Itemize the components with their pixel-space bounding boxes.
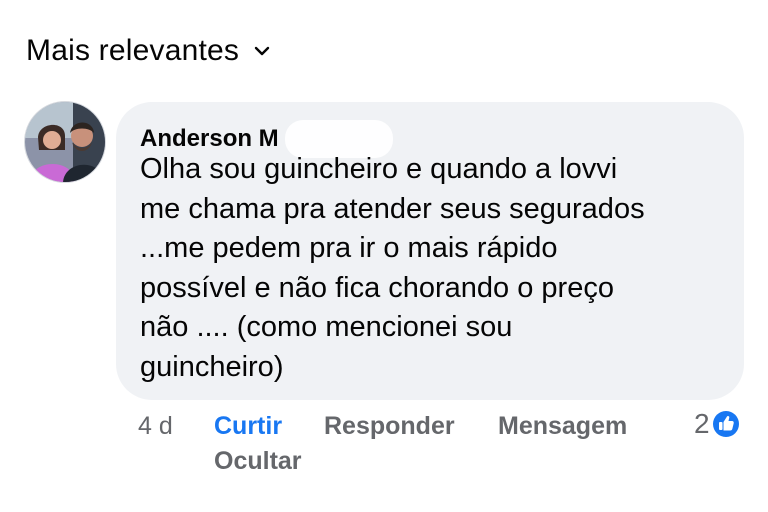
comment-bubble: Anderson M Olha sou guincheiro e quando …	[116, 102, 744, 400]
comment-timestamp[interactable]: 4 d	[138, 412, 173, 441]
comment-section: Mais relevantes Anderson M Olha sou guin…	[0, 0, 768, 512]
comment-text: Olha sou guincheiro e quando a lovvi me …	[140, 153, 645, 383]
sort-label: Mais relevantes	[26, 34, 240, 67]
like-button[interactable]: Curtir	[214, 412, 282, 441]
like-reaction-icon	[712, 411, 739, 437]
reaction-count: 2	[694, 408, 710, 439]
comment-author[interactable]: Anderson M	[140, 125, 279, 153]
comment-actions: 4 d Curtir Responder Mensagem 2	[138, 408, 748, 450]
reply-button[interactable]: Responder	[324, 412, 455, 441]
avatar[interactable]	[24, 101, 106, 183]
sort-dropdown[interactable]: Mais relevantes	[26, 34, 271, 68]
hide-button[interactable]: Ocultar	[214, 447, 302, 476]
reaction-summary[interactable]: 2	[694, 408, 740, 440]
chevron-down-icon	[254, 46, 270, 56]
profile-avatar-image	[25, 102, 105, 182]
message-button[interactable]: Mensagem	[498, 412, 627, 441]
